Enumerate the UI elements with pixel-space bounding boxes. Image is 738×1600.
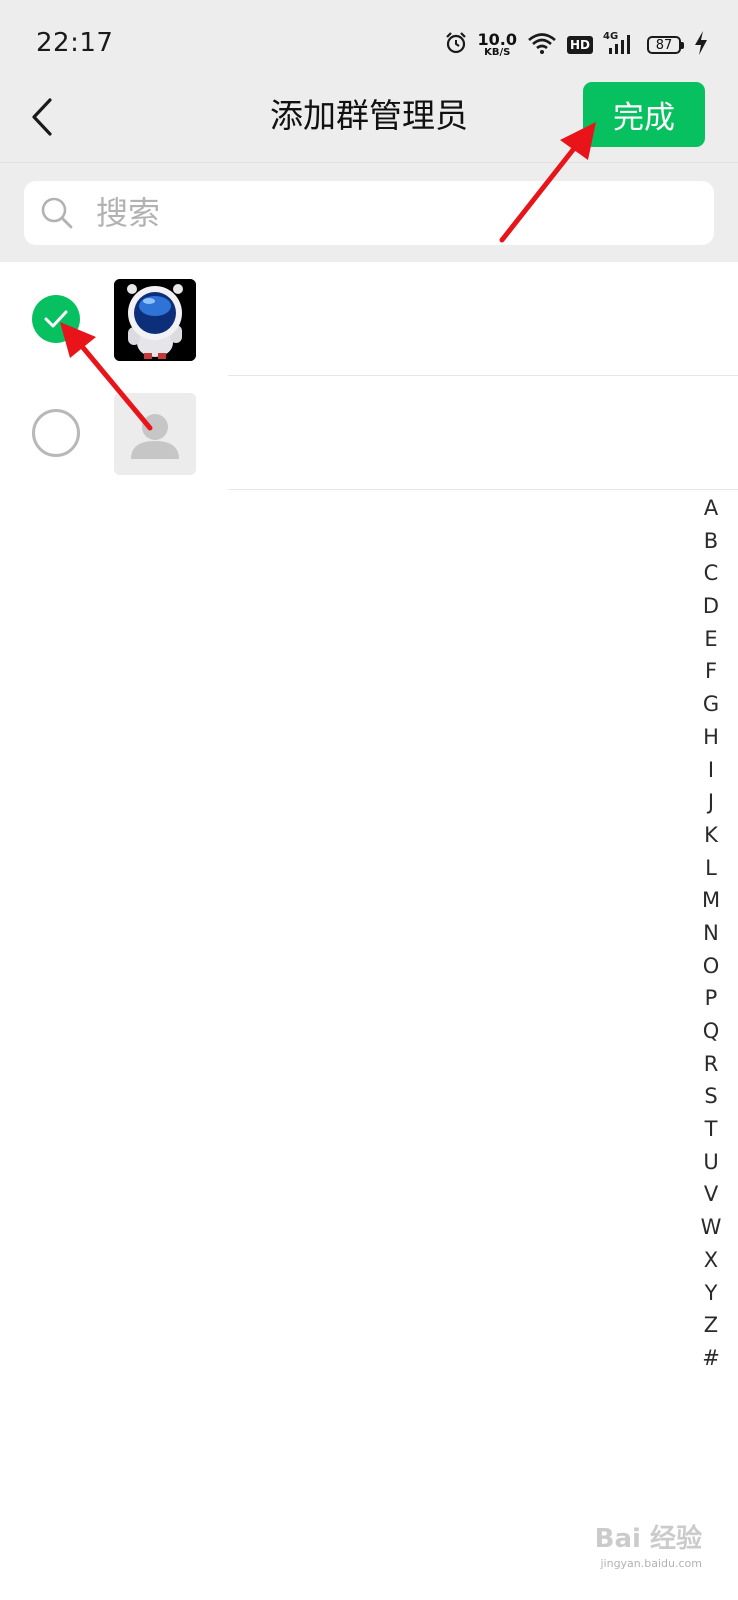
index-letter[interactable]: C (704, 557, 719, 590)
status-time: 22:17 (36, 28, 114, 58)
default-person-avatar (114, 393, 196, 475)
index-letter[interactable]: L (705, 852, 717, 885)
search-icon (40, 196, 74, 230)
index-letter[interactable]: # (702, 1342, 720, 1375)
search-input[interactable] (96, 194, 656, 232)
alphabet-index-bar[interactable]: A B C D E F G H I J K L M N O P Q R S T U V W X Y Z # (696, 492, 726, 1375)
search-box[interactable] (24, 181, 714, 245)
index-letter[interactable]: N (703, 917, 719, 950)
watermark: Bai 经验 jingyan.baidu.com (594, 1524, 702, 1570)
index-letter[interactable]: R (704, 1048, 719, 1081)
status-bar: 22:17 10.0 KB/S HD 4G 87 (0, 0, 738, 88)
status-icons: 10.0 KB/S HD 4G 87 (444, 28, 709, 62)
index-letter[interactable]: G (703, 688, 719, 721)
checkbox-checked-icon[interactable] (32, 295, 80, 343)
index-letter[interactable]: P (705, 982, 718, 1015)
index-letter[interactable]: I (708, 754, 714, 787)
cell-signal-icon: 4G (603, 30, 637, 60)
index-letter[interactable]: V (704, 1178, 718, 1211)
index-letter[interactable]: H (703, 721, 719, 754)
index-letter[interactable]: M (702, 884, 720, 917)
index-letter[interactable]: E (704, 623, 717, 656)
alarm-icon (444, 31, 468, 59)
index-letter[interactable]: Y (705, 1277, 718, 1310)
index-letter[interactable]: W (701, 1211, 722, 1244)
index-letter[interactable]: A (704, 492, 718, 525)
hd-icon: HD (566, 36, 593, 54)
battery-icon: 87 (647, 36, 684, 54)
index-letter[interactable]: T (705, 1113, 718, 1146)
index-letter[interactable]: J (708, 786, 714, 819)
chevron-left-icon (30, 97, 54, 141)
wifi-icon (527, 31, 557, 59)
title-bar: 添加群管理员 完成 (0, 82, 738, 162)
row-divider (228, 489, 738, 490)
svg-text:4G: 4G (603, 31, 618, 42)
member-list (0, 262, 738, 490)
index-letter[interactable]: O (703, 950, 720, 983)
done-button[interactable]: 完成 (583, 82, 705, 147)
index-letter[interactable]: Q (703, 1015, 720, 1048)
index-letter[interactable]: Z (704, 1309, 718, 1342)
back-button[interactable] (22, 94, 62, 144)
index-letter[interactable]: X (704, 1244, 718, 1277)
network-speed: 10.0 KB/S (477, 30, 517, 58)
index-letter[interactable]: B (704, 525, 718, 558)
astronaut-avatar (114, 279, 196, 361)
charging-icon (694, 31, 708, 59)
list-item[interactable] (0, 262, 738, 376)
index-letter[interactable]: U (703, 1146, 718, 1179)
index-letter[interactable]: D (703, 590, 719, 623)
index-letter[interactable]: K (704, 819, 718, 852)
index-letter[interactable]: S (704, 1080, 717, 1113)
list-item[interactable] (0, 376, 738, 490)
index-letter[interactable]: F (705, 655, 717, 688)
search-area (0, 162, 738, 262)
checkbox-unchecked-icon[interactable] (32, 409, 80, 457)
